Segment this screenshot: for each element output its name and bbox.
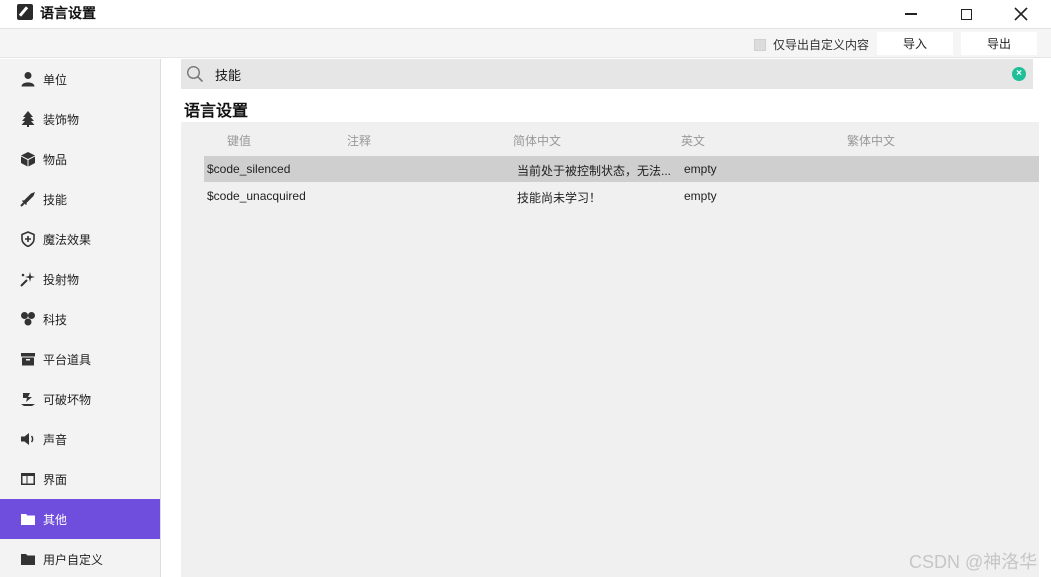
search-input[interactable]	[215, 63, 995, 85]
sidebar-item-label: 声音	[43, 432, 68, 447]
debris-icon	[19, 390, 37, 408]
column-header-zh-tw[interactable]: 繁体中文	[847, 132, 895, 149]
column-header-zh-cn[interactable]: 简体中文	[513, 132, 561, 149]
sidebar-item-label: 其他	[43, 512, 68, 527]
sidebar-item-label: 平台道具	[43, 352, 92, 367]
import-button[interactable]: 导入	[877, 32, 953, 55]
sidebar-item-label: 魔法效果	[43, 232, 92, 247]
sidebar-item-label: 用户自定义	[43, 552, 104, 567]
column-header-note[interactable]: 注释	[347, 132, 371, 149]
cell-zh-cn: 当前处于被控制状态，无法...	[517, 164, 672, 178]
export-custom-only-checkbox[interactable]	[754, 38, 766, 51]
search-icon	[186, 65, 204, 83]
export-button[interactable]: 导出	[961, 32, 1037, 55]
sparkle-icon	[19, 270, 37, 288]
toolbar: 仅导出自定义内容 导入 导出	[0, 29, 1051, 58]
sidebar-item-label: 可破坏物	[43, 392, 92, 407]
sidebar-item-interface[interactable]: 界面	[0, 459, 160, 499]
tree-icon	[19, 110, 37, 128]
table-row[interactable]: $code_silenced 当前处于被控制状态，无法... empty	[204, 156, 1039, 182]
maximize-button[interactable]	[943, 0, 989, 28]
sidebar-item-label: 科技	[43, 312, 68, 327]
watermark: CSDN @神洛华	[909, 552, 1038, 572]
folder-icon	[19, 550, 37, 568]
table-row[interactable]: $code_unacquired 技能尚未学习！ empty	[204, 183, 1039, 209]
minimize-icon	[905, 13, 917, 15]
window-icon	[19, 470, 37, 488]
sidebar-item-destructibles[interactable]: 可破坏物	[0, 379, 160, 419]
sidebar-item-unit[interactable]: 单位	[0, 59, 160, 99]
sidebar-item-magic-effects[interactable]: 魔法效果	[0, 219, 160, 259]
export-custom-only-label: 仅导出自定义内容	[773, 38, 870, 52]
hexagons-icon	[19, 310, 37, 328]
title-bar: 语言设置	[0, 0, 1051, 29]
search-bar: ×	[181, 59, 1033, 89]
cell-key: $code_unacquired	[207, 189, 306, 203]
sidebar-item-label: 界面	[43, 472, 68, 487]
speaker-icon	[19, 430, 37, 448]
cell-en: empty	[684, 189, 717, 203]
sidebar-item-label: 投射物	[43, 272, 80, 287]
sidebar-item-decoration[interactable]: 装饰物	[0, 99, 160, 139]
maximize-icon	[960, 8, 972, 20]
folder-icon	[19, 510, 37, 528]
sidebar-item-projectiles[interactable]: 投射物	[0, 259, 160, 299]
close-button[interactable]	[998, 0, 1044, 28]
column-header-key[interactable]: 键值	[227, 132, 251, 149]
sidebar-item-label: 装饰物	[43, 112, 80, 127]
brush-icon	[17, 4, 33, 20]
cube-icon	[19, 150, 37, 168]
person-icon	[19, 70, 37, 88]
sidebar-item-label: 物品	[43, 152, 68, 167]
export-custom-only-option[interactable]: 仅导出自定义内容	[754, 36, 869, 53]
sidebar-item-skills[interactable]: 技能	[0, 179, 160, 219]
sword-icon	[19, 190, 37, 208]
sidebar-item-other[interactable]: 其他	[0, 499, 160, 539]
sidebar-item-sound[interactable]: 声音	[0, 419, 160, 459]
window-title: 语言设置	[40, 5, 96, 21]
shield-icon	[19, 230, 37, 248]
clear-search-button[interactable]: ×	[1012, 67, 1026, 81]
sidebar-item-tech[interactable]: 科技	[0, 299, 160, 339]
archive-icon	[19, 350, 37, 368]
sidebar-item-items[interactable]: 物品	[0, 139, 160, 179]
cell-zh-cn: 技能尚未学习！	[517, 191, 602, 205]
minimize-button[interactable]	[888, 0, 934, 28]
sidebar-item-label: 技能	[43, 192, 68, 207]
sidebar-item-label: 单位	[43, 72, 68, 87]
sidebar-item-user-defined[interactable]: 用户自定义	[0, 539, 160, 577]
cell-en: empty	[684, 162, 717, 176]
cell-key: $code_silenced	[207, 162, 291, 176]
sidebar-item-platform-props[interactable]: 平台道具	[0, 339, 160, 379]
column-header-en[interactable]: 英文	[681, 132, 705, 149]
section-title: 语言设置	[184, 103, 249, 120]
sidebar: 单位 装饰物 物品 技能 魔法效果 投射物 科技 平台道具 可破坏物 声音 界面…	[0, 59, 161, 577]
language-table: 键值 注释 简体中文 英文 繁体中文 $code_silenced 当前处于被控…	[181, 122, 1039, 577]
close-icon	[1014, 7, 1028, 21]
clear-icon: ×	[1016, 68, 1022, 79]
